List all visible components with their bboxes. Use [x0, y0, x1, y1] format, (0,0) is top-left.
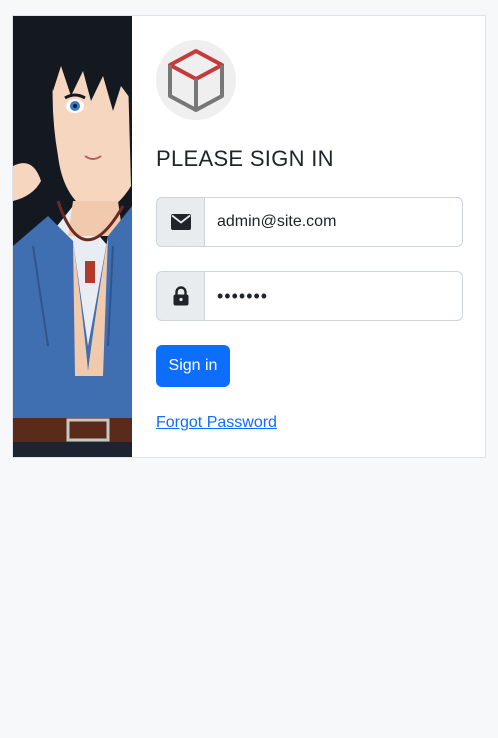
lock-icon: [156, 271, 205, 321]
login-form: PLEASE SIGN IN Sign in Forgot Passw: [156, 16, 485, 457]
email-field[interactable]: [205, 197, 463, 247]
sign-in-button[interactable]: Sign in: [156, 345, 230, 387]
character-illustration: [13, 16, 132, 457]
password-field[interactable]: [205, 271, 463, 321]
password-input-group: [156, 271, 463, 321]
email-input-group: [156, 197, 463, 247]
cube-icon: [156, 40, 236, 120]
envelope-icon: [156, 197, 205, 247]
page-title: PLEASE SIGN IN: [156, 146, 334, 171]
forgot-password-link[interactable]: Forgot Password: [156, 414, 277, 432]
login-card: PLEASE SIGN IN Sign in Forgot Passw: [12, 15, 486, 458]
